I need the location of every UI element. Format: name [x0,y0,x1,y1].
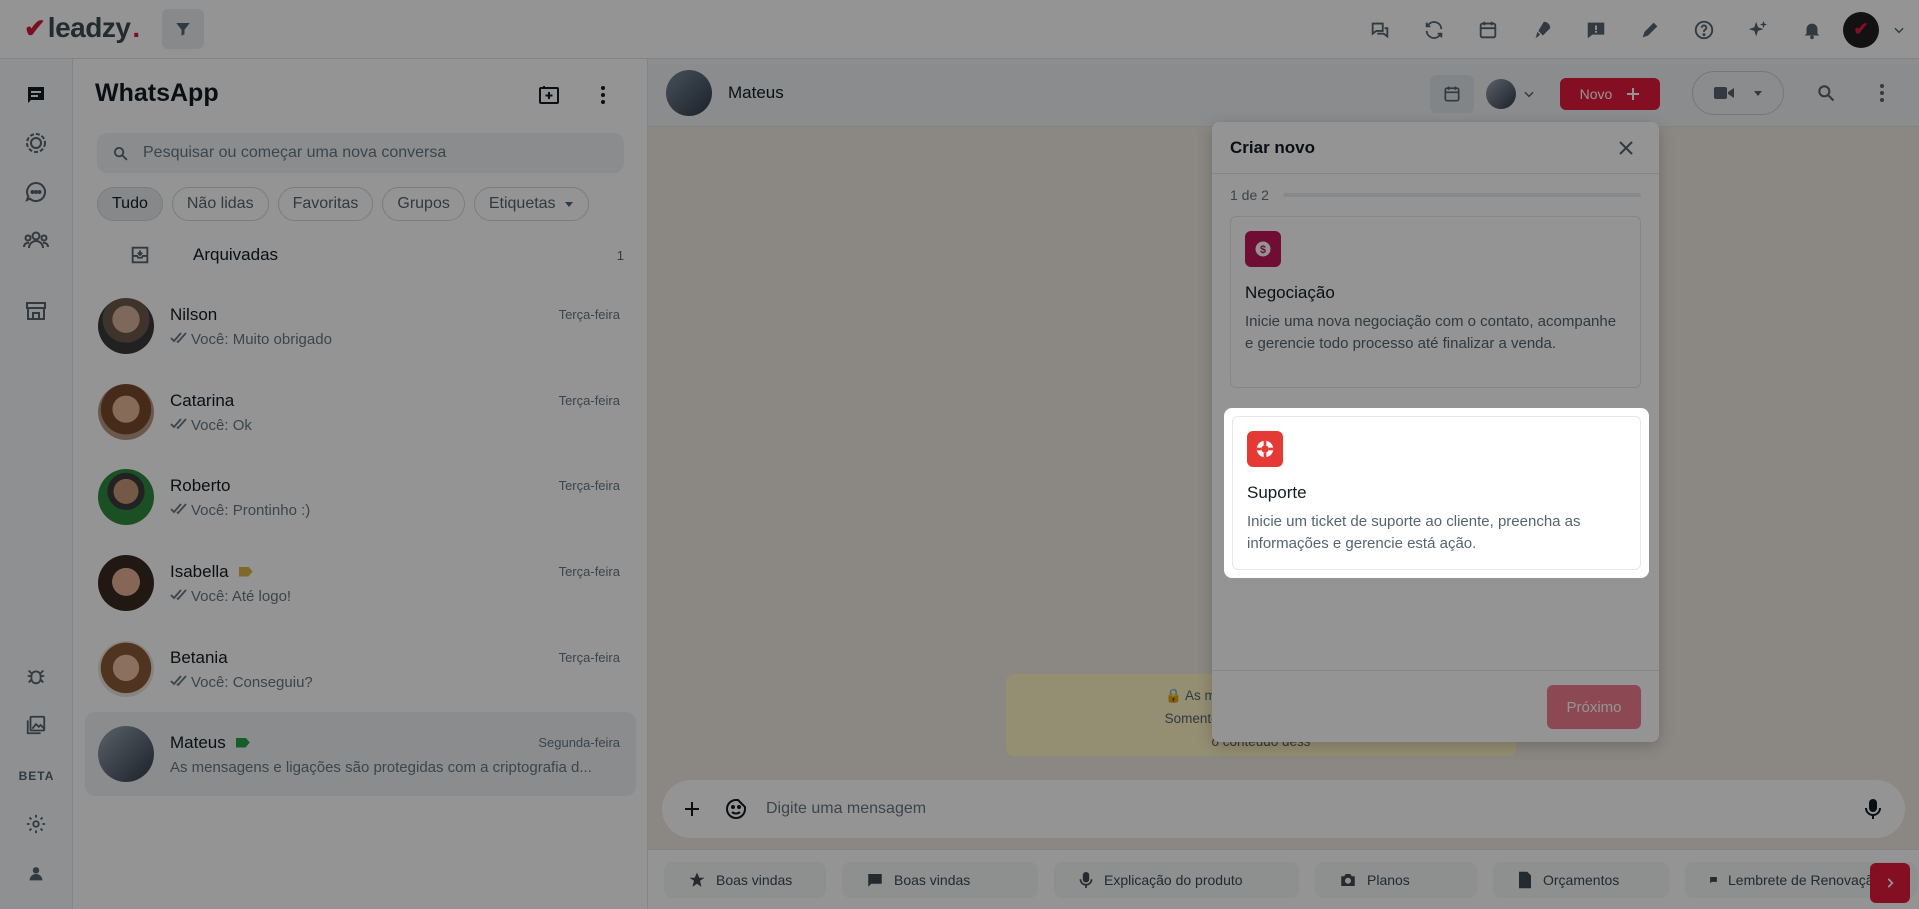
option-suporte[interactable]: Suporte Inicie um ticket de suporte ao c… [1232,416,1641,570]
highlighted-option-frame: Suporte Inicie um ticket de suporte ao c… [1224,408,1649,578]
option-description: Inicie um ticket de suporte ao cliente, … [1247,513,1581,552]
lifebuoy-icon [1247,431,1283,467]
option-title: Suporte [1247,483,1307,502]
